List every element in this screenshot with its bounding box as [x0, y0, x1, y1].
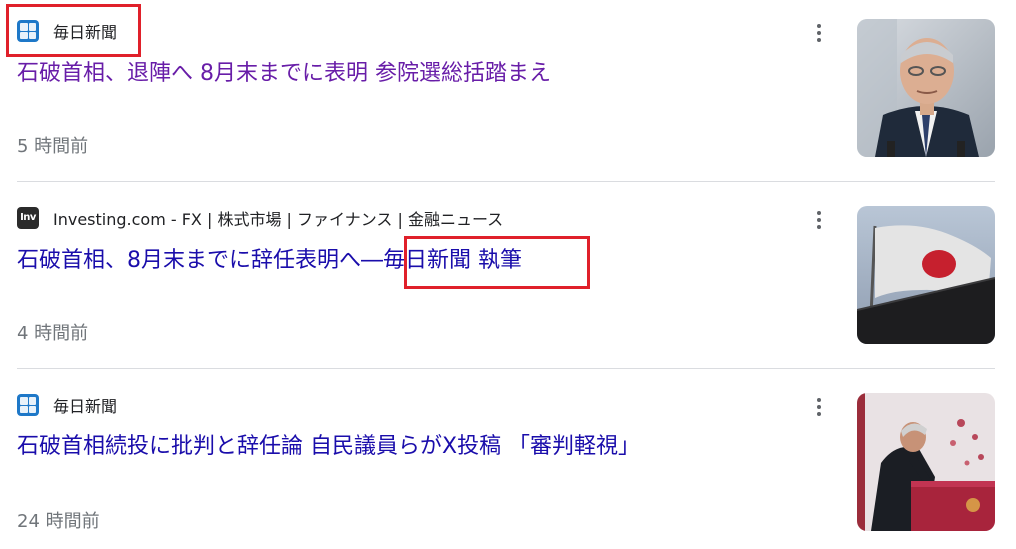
headline-link[interactable]: 石破首相続投に批判と辞任論 自民議員らがX投稿 「審判軽視」 [17, 432, 640, 462]
japanese-flag-on-building [857, 206, 995, 344]
source-row[interactable]: 毎日新聞 [17, 19, 117, 43]
man-bowing-at-podium [857, 393, 995, 531]
portrait-of-man-in-suit [857, 19, 995, 157]
timestamp: 24 時間前 [17, 511, 100, 532]
headline-part: 毎日新聞 執筆 [383, 248, 522, 273]
thumbnail-image[interactable] [857, 19, 995, 157]
headline-link[interactable]: 石破首相、退陣へ 8月末までに表明 参院選総括踏まえ [17, 59, 551, 89]
headline-part: 石破首相、8月末までに辞任表明へ― [17, 248, 383, 273]
news-results-feed: 毎日新聞 石破首相、退陣へ 8月末までに表明 参院選総括踏まえ 5 時間前 In… [0, 0, 1016, 549]
mainichi-favicon-icon [17, 394, 39, 416]
source-name: 毎日新聞 [53, 397, 118, 416]
headline-link[interactable]: 石破首相、8月末までに辞任表明へ―毎日新聞 執筆 [17, 246, 522, 276]
thumbnail-image[interactable] [857, 393, 995, 531]
source-row[interactable]: Inv Investing.com - FX | 株式市場 | ファイナンス |… [17, 206, 503, 230]
thumbnail-image[interactable] [857, 206, 995, 344]
more-vert-icon[interactable] [808, 19, 830, 47]
news-card: 毎日新聞 石破首相続投に批判と辞任論 自民議員らがX投稿 「審判軽視」 24 時… [0, 369, 1016, 549]
source-row[interactable]: 毎日新聞 [17, 393, 117, 417]
investing-favicon-icon: Inv [17, 207, 39, 229]
news-card: Inv Investing.com - FX | 株式市場 | ファイナンス |… [0, 182, 1016, 368]
more-vert-icon[interactable] [808, 206, 830, 234]
timestamp: 5 時間前 [17, 136, 89, 157]
source-name: Investing.com - FX | 株式市場 | ファイナンス | 金融ニ… [53, 210, 504, 229]
timestamp: 4 時間前 [17, 323, 89, 344]
news-card: 毎日新聞 石破首相、退陣へ 8月末までに表明 参院選総括踏まえ 5 時間前 [0, 0, 1016, 182]
source-name: 毎日新聞 [53, 23, 118, 42]
more-vert-icon[interactable] [808, 393, 830, 421]
mainichi-favicon-icon [17, 20, 39, 42]
